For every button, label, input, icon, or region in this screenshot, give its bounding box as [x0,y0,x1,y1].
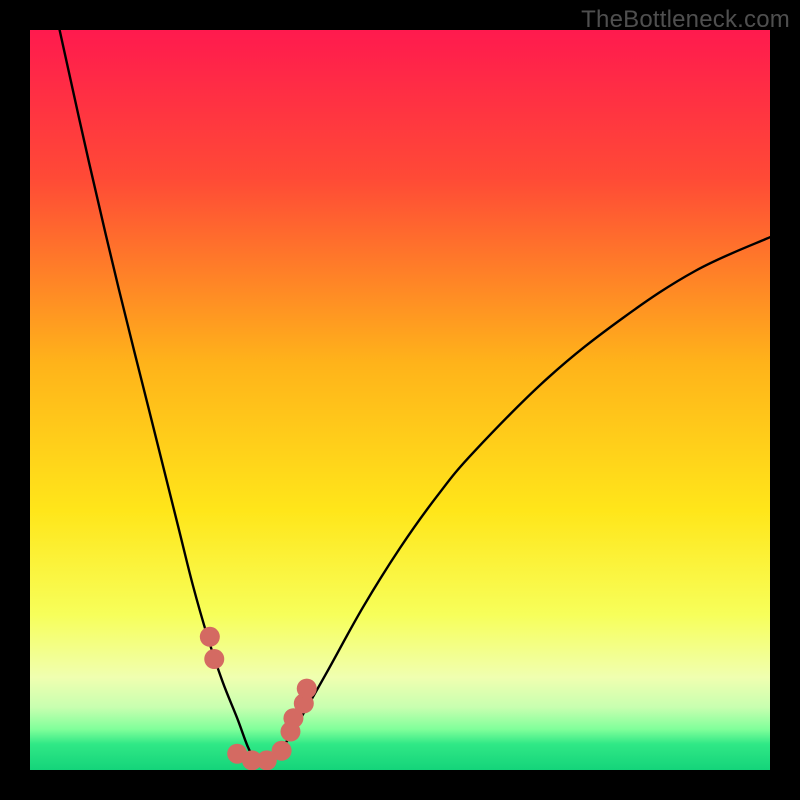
chart-frame: TheBottleneck.com [0,0,800,800]
curve-layer [30,30,770,770]
highlight-dot [272,741,292,761]
highlight-dot [297,679,317,699]
highlight-dot [200,627,220,647]
highlight-dots [200,627,317,770]
bottleneck-curve [60,30,770,760]
highlight-dot [204,649,224,669]
plot-area [30,30,770,770]
